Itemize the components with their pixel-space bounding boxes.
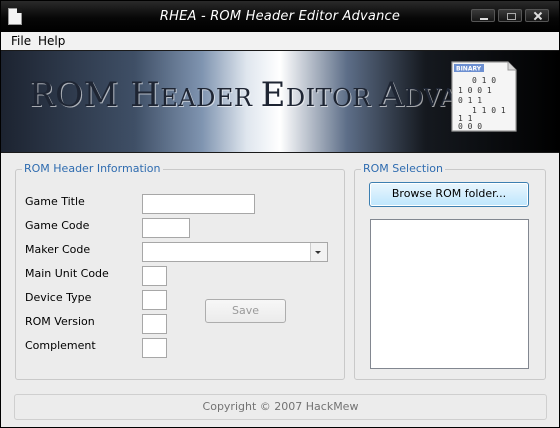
banner-title-part: EADER — [160, 84, 261, 112]
banner-title: ROM HEADER EDITOR ADVANCE — [29, 75, 516, 115]
device-type-label: Device Type — [25, 291, 92, 304]
game-title-input[interactable] — [142, 194, 255, 214]
binary-icon-label: BINARY — [456, 66, 482, 73]
banner-title-part: DITOR — [285, 84, 379, 112]
rom-selection-title: ROM Selection — [361, 162, 445, 175]
header-banner: ROM HEADER EDITOR ADVANCE BINARY 0 1 0 1… — [1, 50, 559, 153]
binary-row: 0 1 0 — [472, 76, 496, 85]
binary-file-icon: BINARY 0 1 0 1 0 0 1 0 1 1 1 1 0 1 1 1 0… — [451, 61, 517, 132]
maker-code-label: Maker Code — [25, 243, 91, 256]
main-unit-code-input[interactable] — [142, 266, 167, 286]
rom-file-list[interactable] — [370, 219, 529, 369]
game-code-input[interactable] — [142, 218, 190, 238]
main-window: RHEA - ROM Header Editor Advance File He… — [0, 0, 560, 428]
binary-row: 0 0 0 — [458, 122, 482, 131]
chevron-down-icon[interactable] — [310, 243, 327, 261]
game-title-label: Game Title — [25, 195, 85, 208]
binary-row: 1 0 0 1 — [458, 86, 492, 95]
complement-input[interactable] — [142, 338, 167, 358]
minimize-button[interactable] — [471, 9, 495, 22]
game-code-label: Game Code — [25, 219, 90, 232]
menu-bar: File Help — [1, 32, 559, 50]
binary-row: 0 1 1 — [458, 96, 482, 105]
rom-header-info-title: ROM Header Information — [22, 162, 163, 175]
menu-file[interactable]: File — [11, 34, 31, 48]
binary-row: 1 1 0 1 — [472, 106, 506, 115]
banner-title-part: E — [260, 75, 286, 115]
rom-version-label: ROM Version — [25, 315, 95, 328]
main-unit-code-label: Main Unit Code — [25, 267, 109, 280]
menu-help[interactable]: Help — [38, 34, 65, 48]
title-bar[interactable]: RHEA - ROM Header Editor Advance — [1, 1, 559, 32]
banner-title-part: ROM H — [29, 75, 161, 115]
status-bar: Copyright © 2007 HackMew — [14, 394, 547, 420]
device-type-input[interactable] — [142, 290, 167, 310]
browse-rom-folder-button[interactable]: Browse ROM folder... — [369, 182, 529, 207]
complement-label: Complement — [25, 339, 96, 352]
banner-title-part: A — [379, 75, 405, 115]
copyright-text: Copyright © 2007 HackMew — [202, 400, 359, 413]
rom-version-input[interactable] — [142, 314, 167, 334]
save-button[interactable]: Save — [205, 299, 286, 323]
maker-code-dropdown[interactable] — [142, 242, 328, 262]
close-button[interactable] — [525, 9, 549, 22]
maximize-button[interactable] — [498, 9, 522, 22]
